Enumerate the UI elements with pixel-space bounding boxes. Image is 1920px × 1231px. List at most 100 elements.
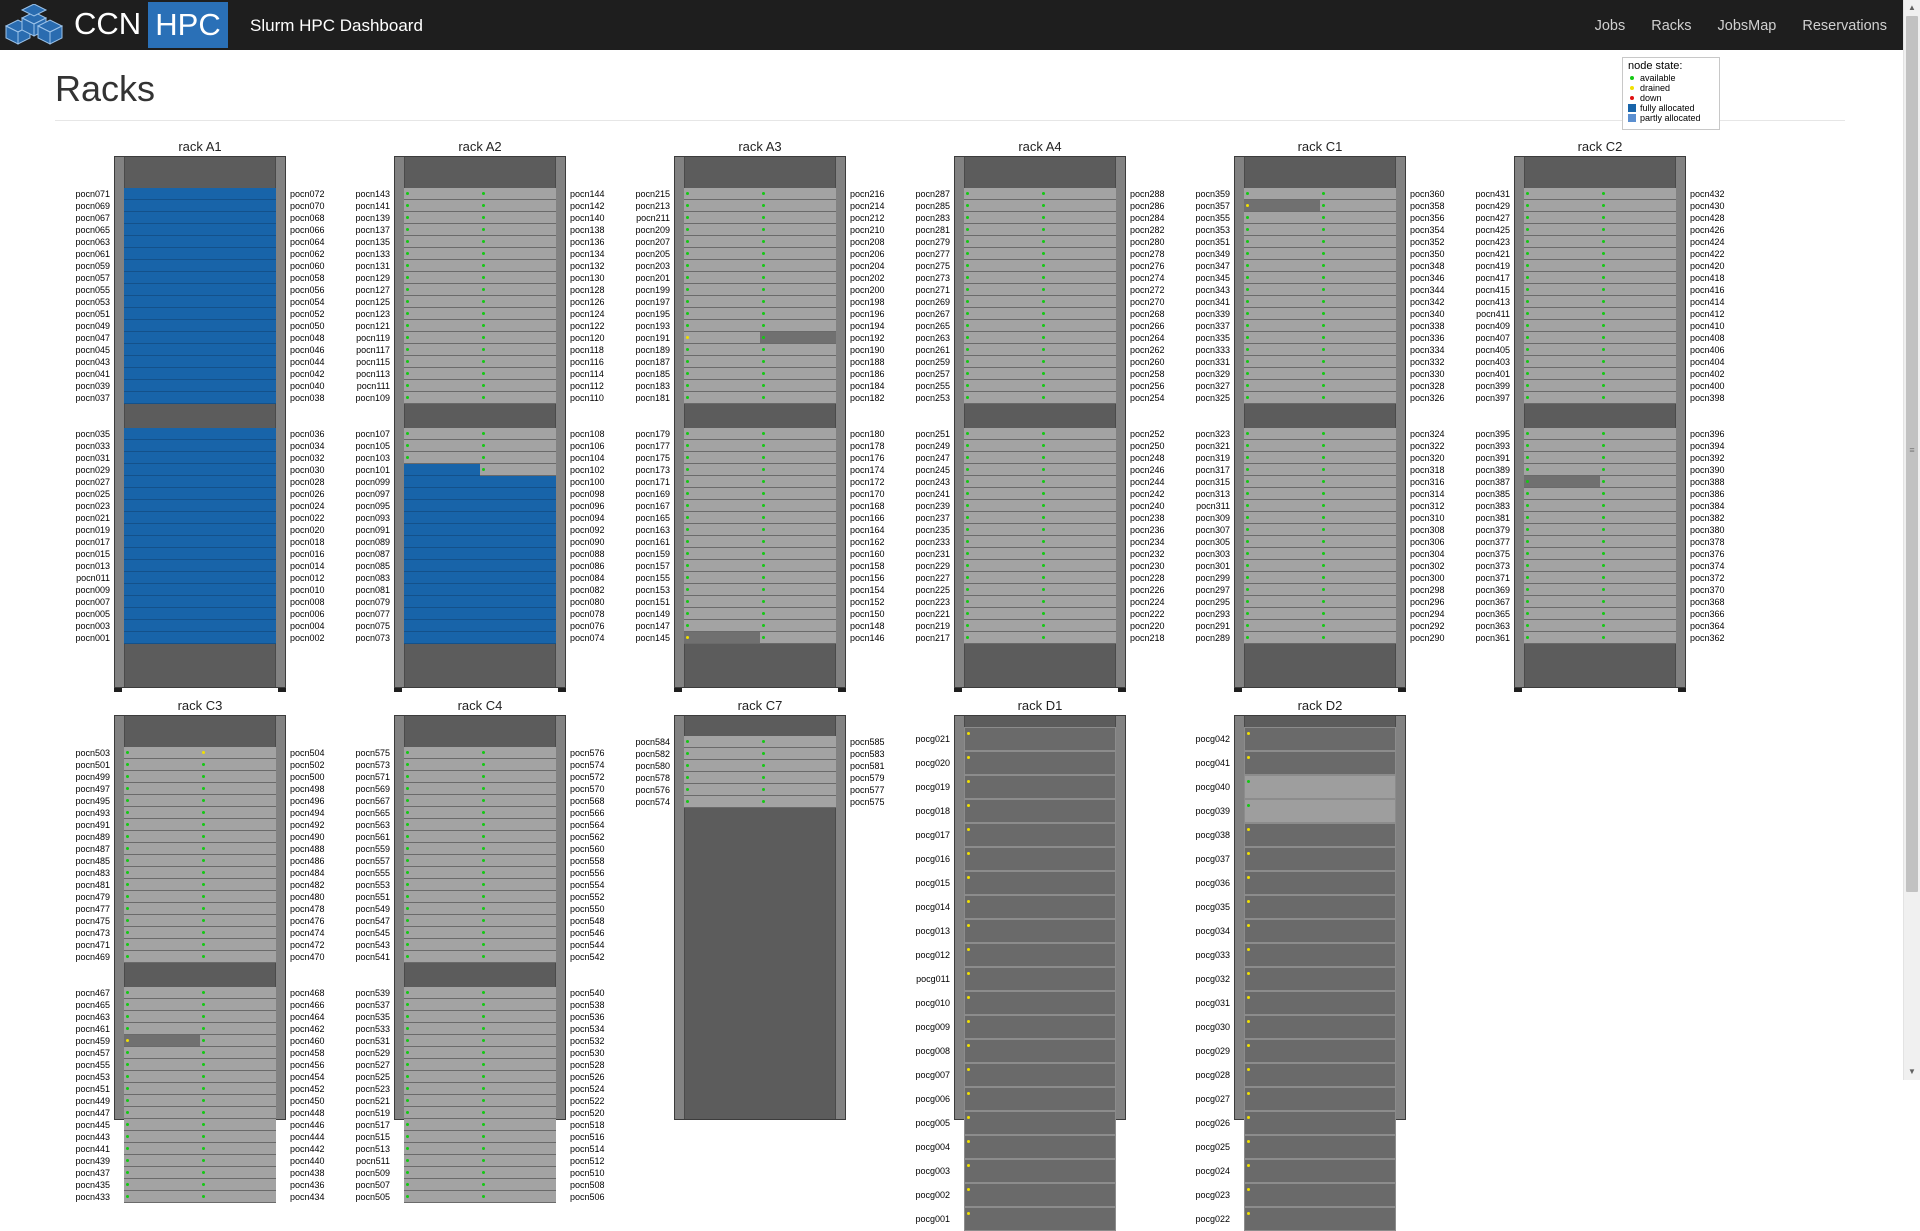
node-pocn455[interactable] <box>124 1059 200 1071</box>
node-pocn076[interactable] <box>480 620 556 632</box>
node-pocn174[interactable] <box>760 464 836 476</box>
node-pocn282[interactable] <box>1040 224 1116 236</box>
node-pocn393[interactable] <box>1524 440 1600 452</box>
node-pocn270[interactable] <box>1040 296 1116 308</box>
node-pocn462[interactable] <box>200 1023 276 1035</box>
node-pocn025[interactable] <box>124 488 200 500</box>
node-pocn469[interactable] <box>124 951 200 963</box>
node-pocn165[interactable] <box>684 512 760 524</box>
node-pocn050[interactable] <box>200 320 276 332</box>
node-pocn398[interactable] <box>1600 392 1676 404</box>
node-pocn051[interactable] <box>124 308 200 320</box>
node-pocn249[interactable] <box>964 440 1040 452</box>
node-pocn432[interactable] <box>1600 188 1676 200</box>
node-pocn082[interactable] <box>480 584 556 596</box>
node-pocg040[interactable] <box>1244 775 1396 799</box>
node-pocn292[interactable] <box>1320 620 1396 632</box>
node-pocn122[interactable] <box>480 320 556 332</box>
node-pocn568[interactable] <box>480 795 556 807</box>
node-pocn564[interactable] <box>480 819 556 831</box>
node-pocn273[interactable] <box>964 272 1040 284</box>
node-pocn581[interactable] <box>760 760 836 772</box>
node-pocn078[interactable] <box>480 608 556 620</box>
node-pocn580[interactable] <box>684 760 760 772</box>
node-pocn068[interactable] <box>200 212 276 224</box>
node-pocn015[interactable] <box>124 548 200 560</box>
node-pocn213[interactable] <box>684 200 760 212</box>
node-pocn152[interactable] <box>760 596 836 608</box>
node-pocn309[interactable] <box>1244 512 1320 524</box>
node-pocn258[interactable] <box>1040 368 1116 380</box>
node-pocn357[interactable] <box>1244 200 1320 212</box>
node-pocn370[interactable] <box>1600 584 1676 596</box>
node-pocn263[interactable] <box>964 332 1040 344</box>
node-pocn194[interactable] <box>760 320 836 332</box>
node-pocn002[interactable] <box>200 632 276 644</box>
node-pocn145[interactable] <box>684 632 760 644</box>
node-pocn492[interactable] <box>200 819 276 831</box>
node-pocn460[interactable] <box>200 1035 276 1047</box>
node-pocn093[interactable] <box>404 512 480 524</box>
node-pocn041[interactable] <box>124 368 200 380</box>
node-pocg007[interactable] <box>964 1063 1116 1087</box>
node-pocn204[interactable] <box>760 260 836 272</box>
node-pocn513[interactable] <box>404 1143 480 1155</box>
node-pocn010[interactable] <box>200 584 276 596</box>
node-pocn117[interactable] <box>404 344 480 356</box>
node-pocn478[interactable] <box>200 903 276 915</box>
node-pocn504[interactable] <box>200 747 276 759</box>
node-pocn311[interactable] <box>1244 500 1320 512</box>
node-pocn094[interactable] <box>480 512 556 524</box>
node-pocn088[interactable] <box>480 548 556 560</box>
node-pocn473[interactable] <box>124 927 200 939</box>
node-pocn503[interactable] <box>124 747 200 759</box>
node-pocn374[interactable] <box>1600 560 1676 572</box>
node-pocn556[interactable] <box>480 867 556 879</box>
node-pocn524[interactable] <box>480 1083 556 1095</box>
node-pocg029[interactable] <box>1244 1039 1396 1063</box>
node-pocn362[interactable] <box>1600 632 1676 644</box>
node-pocn160[interactable] <box>760 548 836 560</box>
node-pocn549[interactable] <box>404 903 480 915</box>
node-pocg004[interactable] <box>964 1135 1116 1159</box>
node-pocn352[interactable] <box>1320 236 1396 248</box>
node-pocn308[interactable] <box>1320 524 1396 536</box>
node-pocn193[interactable] <box>684 320 760 332</box>
node-pocn437[interactable] <box>124 1167 200 1179</box>
node-pocn024[interactable] <box>200 500 276 512</box>
node-pocn077[interactable] <box>404 608 480 620</box>
node-pocn046[interactable] <box>200 344 276 356</box>
node-pocn167[interactable] <box>684 500 760 512</box>
node-pocn382[interactable] <box>1600 512 1676 524</box>
node-pocn500[interactable] <box>200 771 276 783</box>
node-pocn388[interactable] <box>1600 476 1676 488</box>
node-pocn525[interactable] <box>404 1071 480 1083</box>
node-pocn415[interactable] <box>1524 284 1600 296</box>
node-pocn037[interactable] <box>124 392 200 404</box>
node-pocn017[interactable] <box>124 536 200 548</box>
node-pocn476[interactable] <box>200 915 276 927</box>
node-pocn026[interactable] <box>200 488 276 500</box>
node-pocn344[interactable] <box>1320 284 1396 296</box>
node-pocn248[interactable] <box>1040 452 1116 464</box>
node-pocn267[interactable] <box>964 308 1040 320</box>
node-pocn075[interactable] <box>404 620 480 632</box>
node-pocn209[interactable] <box>684 224 760 236</box>
node-pocn443[interactable] <box>124 1131 200 1143</box>
node-pocn172[interactable] <box>760 476 836 488</box>
node-pocn578[interactable] <box>684 772 760 784</box>
node-pocn294[interactable] <box>1320 608 1396 620</box>
node-pocn290[interactable] <box>1320 632 1396 644</box>
node-pocg002[interactable] <box>964 1183 1116 1207</box>
node-pocn171[interactable] <box>684 476 760 488</box>
node-pocn584[interactable] <box>684 736 760 748</box>
node-pocn138[interactable] <box>480 224 556 236</box>
node-pocn419[interactable] <box>1524 260 1600 272</box>
node-pocn553[interactable] <box>404 879 480 891</box>
node-pocn433[interactable] <box>124 1191 200 1203</box>
node-pocn066[interactable] <box>200 224 276 236</box>
node-pocn045[interactable] <box>124 344 200 356</box>
node-pocn234[interactable] <box>1040 536 1116 548</box>
node-pocn557[interactable] <box>404 855 480 867</box>
node-pocn407[interactable] <box>1524 332 1600 344</box>
